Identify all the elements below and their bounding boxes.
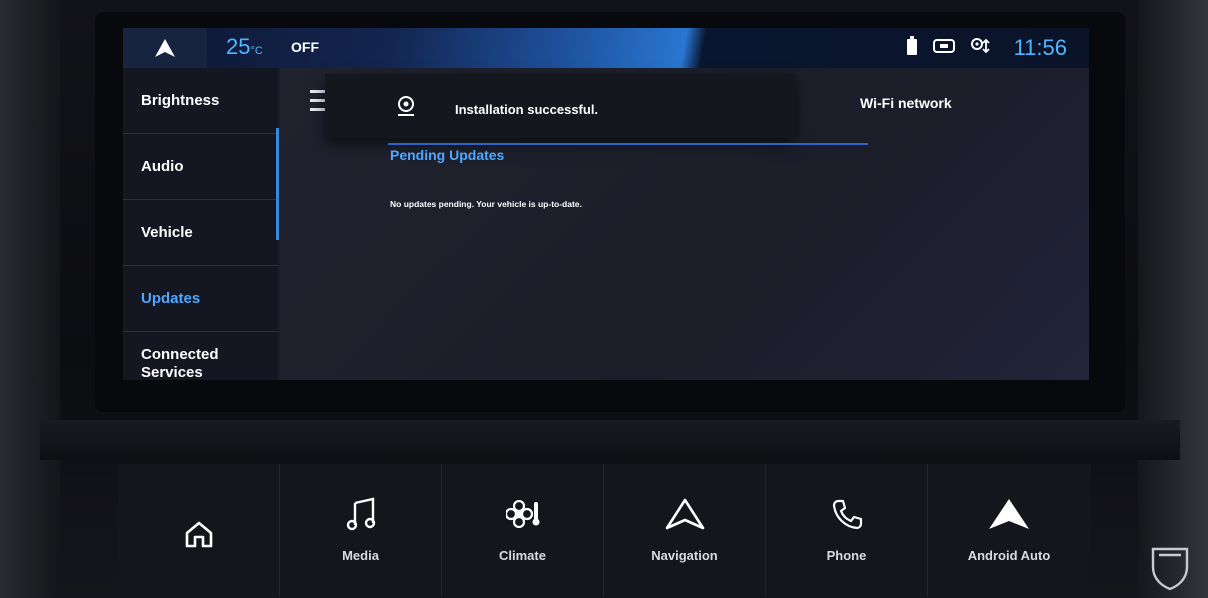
temperature-value: 25 xyxy=(226,34,251,59)
status-icons xyxy=(906,36,994,61)
bottom-dock: Media Climate Navigation Phone Android A… xyxy=(118,464,1091,596)
main-content: Wi-Fi network Installation successful. P… xyxy=(280,68,1089,380)
android-auto-icon xyxy=(155,39,175,57)
android-auto-icon xyxy=(987,494,1031,534)
dock-navigation-button[interactable]: Navigation xyxy=(604,464,766,596)
settings-side-menu: Brightness Audio Vehicle Updates Connect… xyxy=(123,68,278,380)
watermark-shield-icon xyxy=(1150,545,1190,596)
climate-icon xyxy=(505,494,540,534)
bezel-right xyxy=(1138,0,1208,598)
temperature-unit: °C xyxy=(250,45,263,57)
cabin-temperature[interactable]: 25°C xyxy=(226,34,263,60)
bezel-left xyxy=(0,0,60,598)
status-bar: 25°C OFF 11:56 xyxy=(123,28,1089,68)
navigation-icon xyxy=(665,494,705,534)
dock-home-button[interactable] xyxy=(118,464,280,596)
dock-label-climate: Climate xyxy=(499,548,546,563)
music-icon xyxy=(346,494,376,534)
toast-message: Installation successful. xyxy=(455,102,599,117)
fan-status[interactable]: OFF xyxy=(291,39,319,55)
home-icon xyxy=(183,514,215,554)
dock-label-navigation: Navigation xyxy=(651,548,718,563)
no-updates-message: No updates pending. Your vehicle is up-t… xyxy=(390,199,582,209)
lower-console xyxy=(40,420,1180,460)
battery-icon xyxy=(906,36,918,61)
clock: 11:56 xyxy=(1013,35,1067,60)
menu-item-brightness[interactable]: Brightness xyxy=(123,68,278,134)
dock-climate-button[interactable]: Climate xyxy=(442,464,604,596)
side-menu-scrollbar[interactable] xyxy=(276,128,279,240)
dock-phone-button[interactable]: Phone xyxy=(766,464,928,596)
update-success-icon xyxy=(395,94,417,123)
dock-android-auto-button[interactable]: Android Auto xyxy=(928,464,1090,596)
phone-icon xyxy=(831,494,863,534)
section-divider xyxy=(388,143,868,145)
location-sync-icon xyxy=(970,36,994,61)
wifi-network-label[interactable]: Wi-Fi network xyxy=(860,95,952,111)
menu-item-audio[interactable]: Audio xyxy=(123,134,278,200)
dock-label-media: Media xyxy=(342,548,379,563)
menu-item-updates[interactable]: Updates xyxy=(123,266,278,332)
4g-connectivity-icon xyxy=(932,36,956,61)
menu-item-vehicle[interactable]: Vehicle xyxy=(123,200,278,266)
dock-label-android-auto: Android Auto xyxy=(967,548,1051,563)
android-auto-status-button[interactable] xyxy=(123,28,207,68)
menu-item-connected-services[interactable]: Connected Services xyxy=(123,332,278,380)
dock-label-phone: Phone xyxy=(826,548,867,563)
installation-toast: Installation successful. xyxy=(325,74,795,138)
pending-updates-title: Pending Updates xyxy=(390,147,505,163)
dock-media-button[interactable]: Media xyxy=(280,464,442,596)
infotainment-screen: 25°C OFF 11:56 Brightness Audio Vehicle … xyxy=(123,28,1089,380)
